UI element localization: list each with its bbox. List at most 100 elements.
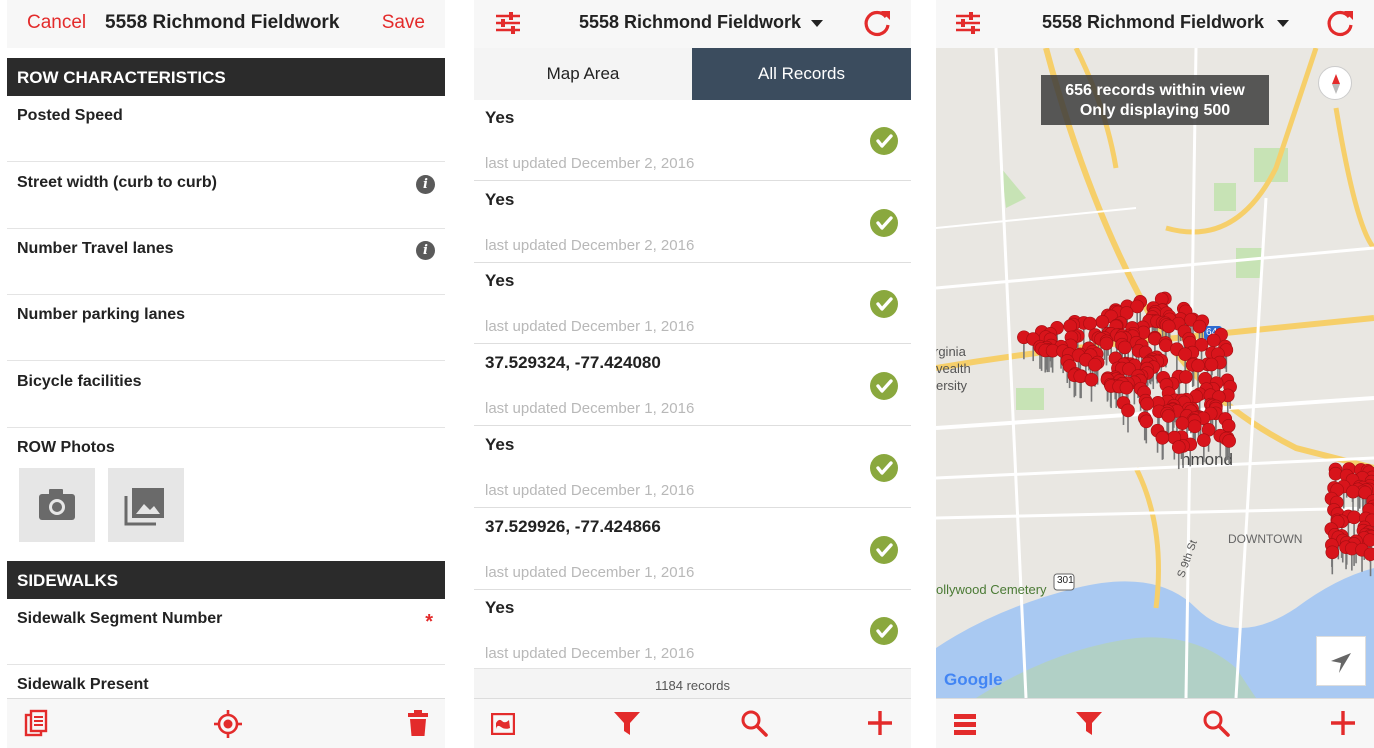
record-pin[interactable] xyxy=(1192,319,1207,334)
refresh-icon[interactable] xyxy=(1325,8,1355,38)
record-form-screen: Cancel 5558 Richmond Fieldwork Save ROW … xyxy=(7,0,445,748)
record-updated-date: last updated December 2, 2016 xyxy=(485,155,695,172)
search-icon[interactable] xyxy=(740,709,768,737)
field-label: Sidewalk Present xyxy=(17,676,149,693)
records-nav-bar: 5558 Richmond Fieldwork xyxy=(474,0,911,48)
record-pin[interactable] xyxy=(1119,380,1134,395)
info-icon[interactable]: i xyxy=(416,241,435,260)
record-pin[interactable] xyxy=(1095,314,1110,329)
record-pin[interactable] xyxy=(1346,484,1360,499)
banner-line-1: 656 records within view xyxy=(1065,82,1245,99)
records-title[interactable]: 5558 Richmond Fieldwork xyxy=(579,12,801,33)
location-target-icon[interactable] xyxy=(213,709,243,739)
record-pin[interactable] xyxy=(1139,414,1154,429)
save-button[interactable]: Save xyxy=(382,12,425,34)
section-header-row-characteristics: ROW CHARACTERISTICS xyxy=(7,58,445,96)
field-number-travel-lanes[interactable]: Number Travel lanes i xyxy=(7,229,445,295)
record-pin[interactable] xyxy=(1161,319,1176,334)
record-pin[interactable] xyxy=(1118,340,1132,355)
status-complete-icon xyxy=(870,617,898,646)
record-pin[interactable] xyxy=(1171,440,1186,454)
filter-icon[interactable] xyxy=(613,709,641,737)
field-bicycle-facilities[interactable]: Bicycle facilities xyxy=(7,362,445,428)
record-pin[interactable] xyxy=(1084,372,1099,387)
cancel-button[interactable]: Cancel xyxy=(27,12,86,34)
records-count: 1184 records xyxy=(474,668,911,698)
record-updated-date: last updated December 1, 2016 xyxy=(485,400,695,418)
required-marker: * xyxy=(425,611,433,633)
record-pin[interactable] xyxy=(1179,370,1193,384)
record-pin[interactable] xyxy=(1161,409,1176,423)
search-icon[interactable] xyxy=(1202,709,1230,737)
record-row[interactable]: 37.529926, -77.424866 last updated Decemb… xyxy=(474,509,911,590)
record-title: Yes xyxy=(485,108,515,127)
record-pin[interactable] xyxy=(1099,336,1114,351)
form-title: 5558 Richmond Fieldwork xyxy=(105,12,340,33)
record-updated-date: last updated December 1, 2016 xyxy=(485,645,695,663)
settings-sliders-icon[interactable] xyxy=(494,9,522,37)
chevron-down-icon[interactable] xyxy=(811,20,823,28)
compass-button[interactable] xyxy=(1318,66,1352,100)
status-complete-icon xyxy=(870,290,898,319)
tab-map-area[interactable]: Map Area xyxy=(474,48,692,100)
record-pin[interactable] xyxy=(1197,433,1211,448)
record-title: Yes xyxy=(485,271,515,291)
chevron-down-icon[interactable] xyxy=(1277,20,1289,28)
settings-sliders-icon[interactable] xyxy=(954,9,982,37)
record-pin[interactable] xyxy=(1155,431,1170,445)
records-tab-bar: Map Area All Records xyxy=(474,48,911,100)
refresh-icon[interactable] xyxy=(862,8,892,38)
record-pin[interactable] xyxy=(1204,357,1219,372)
record-pin[interactable] xyxy=(1191,358,1205,373)
record-title: Yes xyxy=(485,189,515,209)
duplicate-icon[interactable] xyxy=(24,709,48,737)
record-pin[interactable] xyxy=(1187,419,1202,434)
record-pin[interactable] xyxy=(1175,416,1190,430)
record-pin[interactable] xyxy=(1083,316,1097,331)
gallery-icon xyxy=(124,488,164,526)
map-icon[interactable] xyxy=(491,713,515,735)
tab-all-records[interactable]: All Records xyxy=(692,48,911,100)
map-view[interactable]: rginia vealth ersity hmond DOWNTOWN olly… xyxy=(936,48,1374,698)
map-title[interactable]: 5558 Richmond Fieldwork xyxy=(1042,12,1264,33)
record-updated-date: last updated December 1, 2016 xyxy=(485,318,695,336)
camera-button[interactable] xyxy=(19,468,95,542)
status-complete-icon xyxy=(870,127,898,155)
record-pin[interactable] xyxy=(1328,466,1343,481)
record-row[interactable]: 37.529324, -77.424080 last updated Decemb… xyxy=(474,345,911,427)
record-pin[interactable] xyxy=(1325,545,1340,560)
record-pin[interactable] xyxy=(1206,333,1221,348)
list-icon[interactable] xyxy=(953,712,977,736)
record-pin[interactable] xyxy=(1121,403,1135,418)
records-toolbar xyxy=(474,698,911,748)
compass-icon xyxy=(1332,74,1340,94)
record-row[interactable]: Yes last updated December 2, 2016 xyxy=(474,182,911,263)
record-pin[interactable] xyxy=(1363,547,1374,561)
record-pin[interactable] xyxy=(1347,510,1361,525)
location-arrow-icon xyxy=(1331,653,1351,673)
field-label: Sidewalk Segment Number xyxy=(17,610,223,627)
record-title: 37.529926, -77.424866 xyxy=(485,516,661,536)
camera-icon xyxy=(39,489,75,520)
record-row[interactable]: Yes last updated December 1, 2016 xyxy=(474,427,911,508)
gallery-button[interactable] xyxy=(108,468,184,542)
field-number-parking-lanes[interactable]: Number parking lanes xyxy=(7,295,445,361)
record-pin[interactable] xyxy=(1088,357,1102,372)
trash-icon[interactable] xyxy=(407,709,429,737)
record-pin[interactable] xyxy=(1222,434,1236,448)
status-complete-icon xyxy=(870,453,898,482)
record-updated-date: last updated December 1, 2016 xyxy=(485,563,695,581)
field-sidewalk-segment-number[interactable]: Sidewalk Segment Number * xyxy=(7,599,445,665)
google-logo: Google xyxy=(944,670,1003,689)
record-row[interactable]: Yes last updated December 1, 2016 xyxy=(474,590,911,672)
info-icon[interactable]: i xyxy=(416,175,435,194)
record-row[interactable]: Yes last updated December 1, 2016 xyxy=(474,263,911,345)
filter-icon[interactable] xyxy=(1075,709,1103,737)
add-icon[interactable] xyxy=(1329,709,1357,737)
record-pin[interactable] xyxy=(1140,396,1154,411)
current-location-button[interactable] xyxy=(1316,636,1366,686)
add-icon[interactable] xyxy=(866,709,894,737)
field-street-width[interactable]: Street width (curb to curb) i xyxy=(7,163,445,229)
field-posted-speed[interactable]: Posted Speed xyxy=(7,96,445,162)
record-row[interactable]: Yes last updated December 2, 2016 xyxy=(474,100,911,181)
